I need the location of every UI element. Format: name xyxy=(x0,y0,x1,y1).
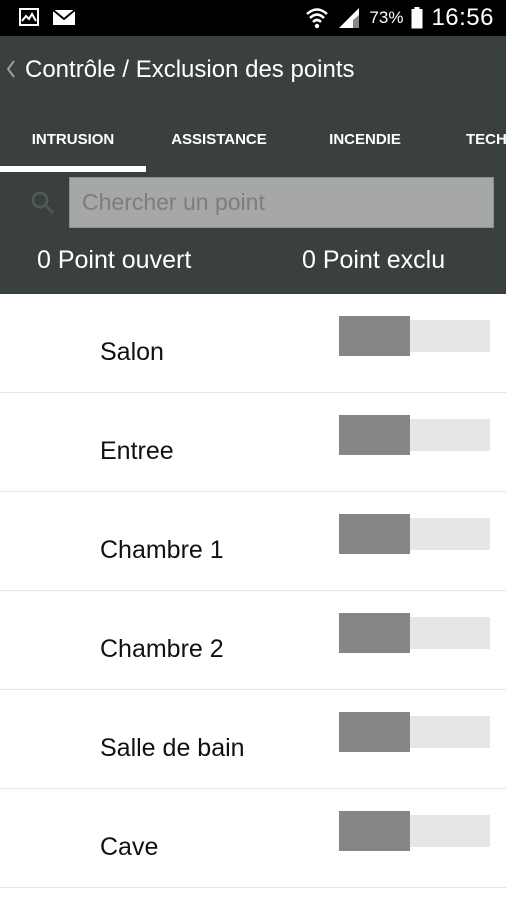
search-row xyxy=(0,172,506,230)
toggle-thumb xyxy=(339,811,410,851)
battery-icon xyxy=(411,7,423,29)
signal-icon xyxy=(339,8,360,28)
toggle-thumb xyxy=(339,415,410,455)
toggle-thumb xyxy=(339,613,410,653)
exclusion-toggle[interactable] xyxy=(339,712,490,752)
list-item: Salon xyxy=(0,294,506,393)
exclusion-toggle[interactable] xyxy=(339,514,490,554)
point-label: Chambre 1 xyxy=(100,536,224,564)
point-label: Chambre 2 xyxy=(100,635,224,663)
open-points-count: 0 Point ouvert xyxy=(37,246,192,274)
excluded-points-count: 0 Point exclu xyxy=(302,246,446,274)
list-item: Cave xyxy=(0,789,506,888)
points-list: Salon Entree Chambre 1 Chambre 2 Salle d… xyxy=(0,294,506,888)
exclusion-toggle[interactable] xyxy=(339,415,490,455)
list-item: Entree xyxy=(0,393,506,492)
tab-assistance[interactable]: ASSISTANCE xyxy=(146,106,292,172)
search-input[interactable] xyxy=(69,177,494,228)
clock: 16:56 xyxy=(431,4,494,31)
tab-label: TECH xyxy=(466,130,506,148)
list-item: Salle de bain xyxy=(0,690,506,789)
wifi-icon xyxy=(306,8,329,29)
search-icon xyxy=(31,191,55,215)
toggle-thumb xyxy=(339,712,410,752)
back-chevron-icon[interactable] xyxy=(5,57,17,81)
list-item: Chambre 1 xyxy=(0,492,506,591)
counts-row: 0 Point ouvert 0 Point exclu xyxy=(0,230,506,294)
gallery-icon xyxy=(19,8,39,26)
tab-label: INTRUSION xyxy=(31,130,115,148)
header: Contrôle / Exclusion des points INTRUSIO… xyxy=(0,36,506,294)
exclusion-toggle[interactable] xyxy=(339,811,490,851)
email-icon xyxy=(52,9,76,25)
tab-intrusion[interactable]: INTRUSION xyxy=(0,106,146,172)
toggle-thumb xyxy=(339,514,410,554)
tab-tech[interactable]: TECH xyxy=(466,106,506,172)
point-label: Entree xyxy=(100,437,174,465)
tab-label: INCENDIE xyxy=(329,130,401,148)
point-label: Salon xyxy=(100,338,164,366)
title-bar: Contrôle / Exclusion des points xyxy=(0,36,506,106)
battery-percent: 73% xyxy=(369,8,404,27)
tab-incendie[interactable]: INCENDIE xyxy=(292,106,438,172)
tab-label: ASSISTANCE xyxy=(171,130,267,148)
toggle-thumb xyxy=(339,316,410,356)
point-label: Cave xyxy=(100,833,159,861)
tab-bar: INTRUSION ASSISTANCE INCENDIE TECH xyxy=(0,106,506,172)
exclusion-toggle[interactable] xyxy=(339,316,490,356)
page-title: Contrôle / Exclusion des points xyxy=(25,56,355,83)
status-bar: 73% 16:56 xyxy=(0,0,506,36)
exclusion-toggle[interactable] xyxy=(339,613,490,653)
point-label: Salle de bain xyxy=(100,734,245,762)
list-item: Chambre 2 xyxy=(0,591,506,690)
